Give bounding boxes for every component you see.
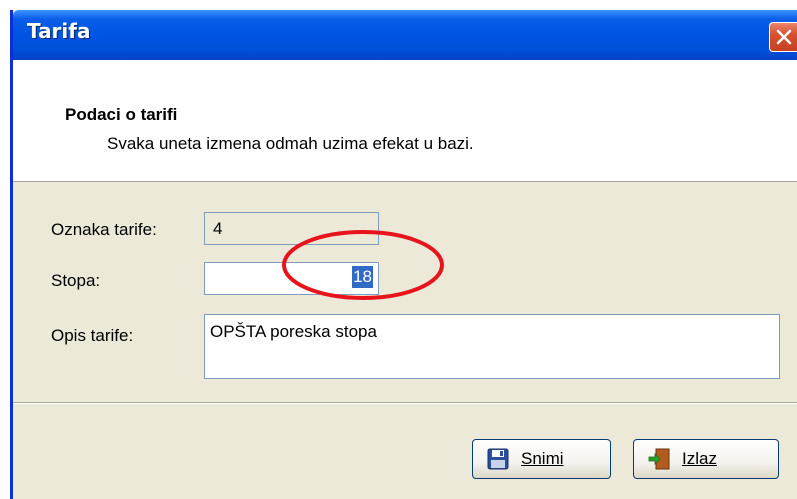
dialog-header: Podaci o tarifi Svaka uneta izmena odmah… xyxy=(13,60,797,182)
header-subtitle: Svaka uneta izmena odmah uzima efekat u … xyxy=(107,134,474,153)
exit-button[interactable]: Izlaz xyxy=(633,439,779,479)
header-title: Podaci o tarifi xyxy=(65,105,178,124)
title-bar[interactable]: Tarifa xyxy=(13,10,797,60)
opis-value: OPŠTA poreska stopa xyxy=(210,322,377,341)
close-button[interactable] xyxy=(769,22,797,52)
stopa-label: Stopa: xyxy=(51,271,101,290)
opis-label: Opis tarife: xyxy=(51,326,134,345)
dialog-window: Tarifa Podaci o tarifi Svaka uneta izmen… xyxy=(10,10,797,499)
close-icon xyxy=(776,29,792,45)
floppy-disk-icon xyxy=(487,448,509,470)
oznaka-label: Oznaka tarife: xyxy=(51,220,157,239)
dialog-footer: Snimi Izlaz xyxy=(13,404,797,499)
exit-button-label: Izlaz xyxy=(682,449,717,468)
stopa-value: 18 xyxy=(352,266,373,288)
oznaka-value: 4 xyxy=(213,219,223,238)
exit-door-icon xyxy=(648,448,670,470)
window-title: Tarifa xyxy=(27,19,91,43)
oznaka-field: 4 xyxy=(204,212,379,245)
stopa-input[interactable]: 18 xyxy=(204,262,379,295)
form-body: Oznaka tarife: 4 Stopa: 18 Opis tarife: … xyxy=(13,182,797,402)
save-button[interactable]: Snimi xyxy=(472,439,611,479)
save-button-label: Snimi xyxy=(521,449,564,468)
opis-input[interactable]: OPŠTA poreska stopa xyxy=(204,314,780,379)
